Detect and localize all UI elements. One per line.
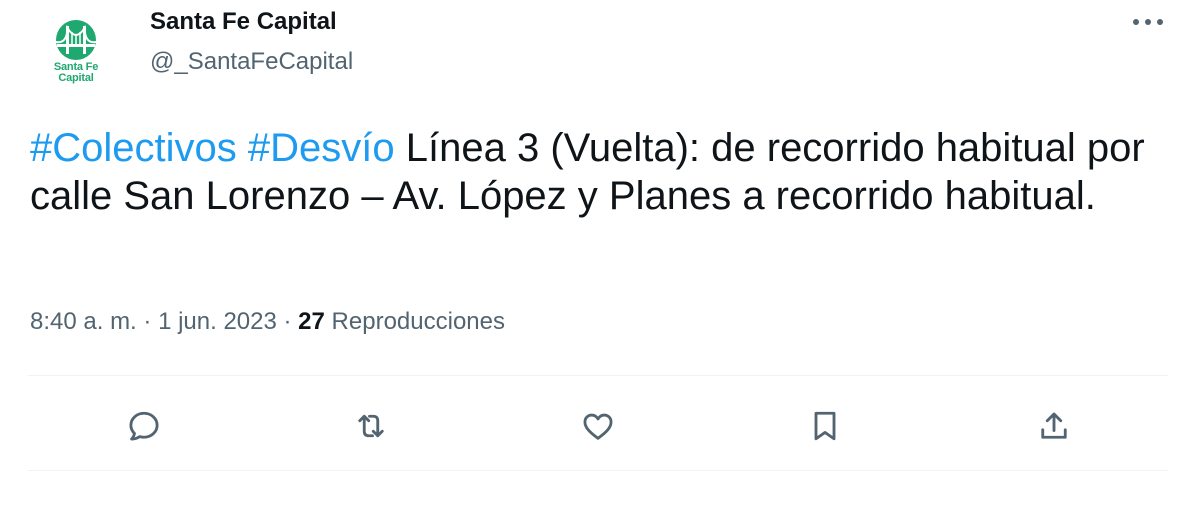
avatar[interactable]: Santa Fe Capital bbox=[28, 4, 124, 100]
tweet-date[interactable]: 1 jun. 2023 bbox=[158, 308, 277, 335]
hashtag-desvio[interactable]: #Desvío bbox=[248, 126, 395, 170]
retweet-icon bbox=[358, 414, 384, 438]
author-handle[interactable]: @_SantaFeCapital bbox=[150, 46, 353, 78]
logo-line2: Capital bbox=[58, 72, 94, 84]
author-display-name[interactable]: Santa Fe Capital bbox=[150, 6, 337, 38]
heart-icon bbox=[583, 413, 613, 440]
more-icon bbox=[1133, 19, 1163, 25]
retweet-button[interactable] bbox=[343, 398, 399, 454]
reply-button[interactable] bbox=[116, 398, 172, 454]
views-count[interactable]: 27 bbox=[298, 308, 325, 335]
views-label[interactable]: Reproducciones bbox=[332, 308, 505, 335]
reply-icon bbox=[129, 411, 159, 441]
logo-text: Santa Fe Capital bbox=[54, 62, 98, 84]
like-button[interactable] bbox=[570, 398, 626, 454]
bookmark-button[interactable] bbox=[797, 398, 853, 454]
share-button[interactable] bbox=[1026, 398, 1082, 454]
meta-separator: · bbox=[136, 308, 159, 335]
divider bbox=[28, 375, 1168, 376]
hashtag-colectivos[interactable]: #Colectivos bbox=[30, 126, 237, 170]
meta-separator: · bbox=[276, 308, 299, 335]
divider bbox=[28, 470, 1168, 471]
tweet-time[interactable]: 8:40 a. m. bbox=[30, 308, 137, 335]
action-bar bbox=[0, 398, 1200, 454]
tweet-text: #Colectivos #Desvío Línea 3 (Vuelta): de… bbox=[30, 124, 1170, 220]
bookmark-icon bbox=[814, 411, 836, 441]
share-icon bbox=[1041, 412, 1067, 439]
tweet-meta: 8:40 a. m. · 1 jun. 2023 · 27 Reproducci… bbox=[30, 304, 505, 340]
more-button[interactable] bbox=[1126, 2, 1170, 42]
bridge-icon bbox=[55, 20, 97, 60]
